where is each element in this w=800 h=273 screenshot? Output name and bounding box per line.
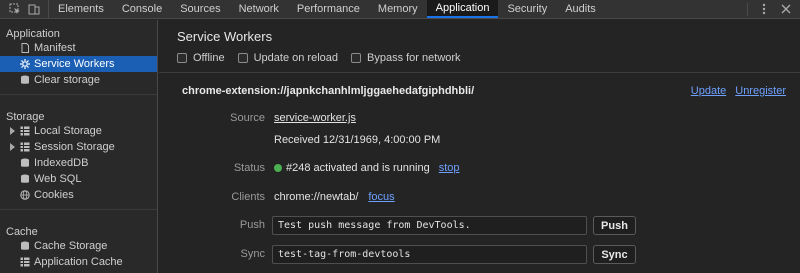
- worker-scope: chrome-extension://japnkchanhlmljggaehed…: [182, 85, 475, 97]
- update-on-reload-option[interactable]: Update on reload: [237, 52, 338, 64]
- grid-icon: [20, 126, 30, 136]
- status-label: Status: [233, 162, 265, 174]
- tab-console[interactable]: Console: [113, 0, 171, 18]
- sidebar-item-indexeddb[interactable]: IndexedDB: [0, 155, 157, 171]
- inspect-element-icon[interactable]: [9, 3, 21, 15]
- unregister-link[interactable]: Unregister: [735, 85, 786, 97]
- sidebar-item-label: Local Storage: [34, 125, 102, 137]
- sidebar-divider: [0, 209, 157, 210]
- sidebar-item-label: Web SQL: [34, 173, 82, 185]
- bypass-for-network-label: Bypass for network: [367, 52, 461, 64]
- sidebar-item-application-cache[interactable]: Application Cache: [0, 254, 157, 270]
- sidebar-item-label: Session Storage: [34, 141, 115, 153]
- application-sidebar: Application Manifest Service Workers Cle…: [0, 20, 158, 273]
- focus-link[interactable]: focus: [368, 191, 394, 203]
- sidebar-item-label: Cookies: [34, 189, 74, 201]
- tab-memory[interactable]: Memory: [369, 0, 427, 18]
- sidebar-item-service-workers[interactable]: Service Workers: [0, 56, 157, 72]
- expand-arrow-icon[interactable]: [10, 143, 15, 151]
- tab-sources[interactable]: Sources: [171, 0, 229, 18]
- tab-security[interactable]: Security: [498, 0, 556, 18]
- grid-icon: [20, 257, 30, 267]
- sidebar-item-cache-storage[interactable]: Cache Storage: [0, 238, 157, 254]
- database-icon: [20, 241, 30, 251]
- sidebar-item-clear-storage[interactable]: Clear storage: [0, 72, 157, 88]
- sidebar-item-label: Cache Storage: [34, 240, 108, 252]
- service-workers-panel: Service Workers Offline Update on reload…: [159, 20, 800, 273]
- status-text: #248 activated and is running: [286, 162, 430, 174]
- device-toolbar-icon[interactable]: [28, 3, 40, 15]
- sidebar-divider: [0, 94, 157, 95]
- push-message-input[interactable]: Test push message from DevTools.: [272, 216, 587, 235]
- database-icon: [20, 75, 30, 85]
- sidebar-item-local-storage[interactable]: Local Storage: [0, 123, 157, 139]
- tab-application[interactable]: Application: [426, 0, 499, 18]
- status-value: #248 activated and is running stop: [274, 162, 460, 174]
- toolbar-icons: [0, 0, 49, 18]
- sidebar-item-cookies[interactable]: Cookies: [0, 187, 157, 203]
- update-on-reload-checkbox[interactable]: [237, 53, 248, 63]
- update-on-reload-label: Update on reload: [253, 52, 338, 64]
- more-options-icon[interactable]: [758, 3, 770, 15]
- bypass-for-network-checkbox[interactable]: [351, 53, 361, 63]
- grid-icon: [20, 142, 30, 152]
- devtools-toolbar: Elements Console Sources Network Perform…: [0, 0, 800, 19]
- expand-arrow-icon[interactable]: [10, 127, 15, 135]
- close-icon[interactable]: [780, 3, 792, 15]
- tab-performance[interactable]: Performance: [288, 0, 369, 18]
- sync-label: Sync: [240, 248, 265, 260]
- source-label: Source: [230, 112, 265, 124]
- offline-checkbox[interactable]: [177, 53, 187, 63]
- tab-elements[interactable]: Elements: [49, 0, 113, 18]
- offline-option[interactable]: Offline: [177, 52, 225, 64]
- page-title: Service Workers: [177, 29, 273, 44]
- sidebar-item-label: Service Workers: [34, 58, 115, 70]
- database-icon: [20, 158, 30, 168]
- clients-label: Clients: [231, 191, 265, 203]
- sidebar-item-manifest[interactable]: Manifest: [0, 40, 157, 56]
- sidebar-item-session-storage[interactable]: Session Storage: [0, 139, 157, 155]
- sidebar-section-storage: Storage: [6, 111, 45, 123]
- push-button[interactable]: Push: [593, 216, 636, 235]
- sidebar-item-label: Manifest: [34, 42, 76, 54]
- database-icon: [20, 174, 30, 184]
- push-label: Push: [239, 219, 265, 231]
- update-link[interactable]: Update: [691, 85, 726, 97]
- sidebar-section-cache: Cache: [6, 226, 38, 238]
- document-icon: [20, 43, 30, 53]
- stop-link[interactable]: stop: [439, 162, 460, 174]
- tab-network[interactable]: Network: [230, 0, 288, 18]
- panel-header: Service Workers Offline Update on reload…: [159, 20, 800, 73]
- offline-label: Offline: [193, 52, 225, 64]
- sync-button[interactable]: Sync: [593, 245, 636, 264]
- sidebar-item-label: IndexedDB: [34, 157, 89, 169]
- worker-actions: Update Unregister: [691, 85, 786, 97]
- service-worker-scope-row: chrome-extension://japnkchanhlmljggaehed…: [182, 85, 786, 99]
- source-file-link[interactable]: service-worker.js: [274, 112, 356, 124]
- sidebar-item-label: Application Cache: [34, 256, 123, 268]
- toolbar-right: [747, 0, 800, 18]
- received-time: Received 12/31/1969, 4:00:00 PM: [274, 134, 441, 146]
- status-indicator-dot: [274, 164, 282, 172]
- options-row: Offline Update on reload Bypass for netw…: [177, 52, 800, 64]
- toolbar-divider: [747, 2, 748, 16]
- sidebar-item-web-sql[interactable]: Web SQL: [0, 171, 157, 187]
- sync-tag-input[interactable]: test-tag-from-devtools: [272, 245, 587, 264]
- panel-tabs: Elements Console Sources Network Perform…: [49, 0, 605, 18]
- clients-value: chrome://newtab/ focus: [274, 191, 395, 203]
- tab-audits[interactable]: Audits: [556, 0, 605, 18]
- bypass-for-network-option[interactable]: Bypass for network: [351, 52, 461, 64]
- sidebar-section-application: Application: [6, 28, 60, 40]
- gear-icon: [20, 59, 30, 69]
- globe-icon: [20, 190, 30, 200]
- sidebar-item-label: Clear storage: [34, 74, 101, 86]
- client-url: chrome://newtab/: [274, 191, 359, 203]
